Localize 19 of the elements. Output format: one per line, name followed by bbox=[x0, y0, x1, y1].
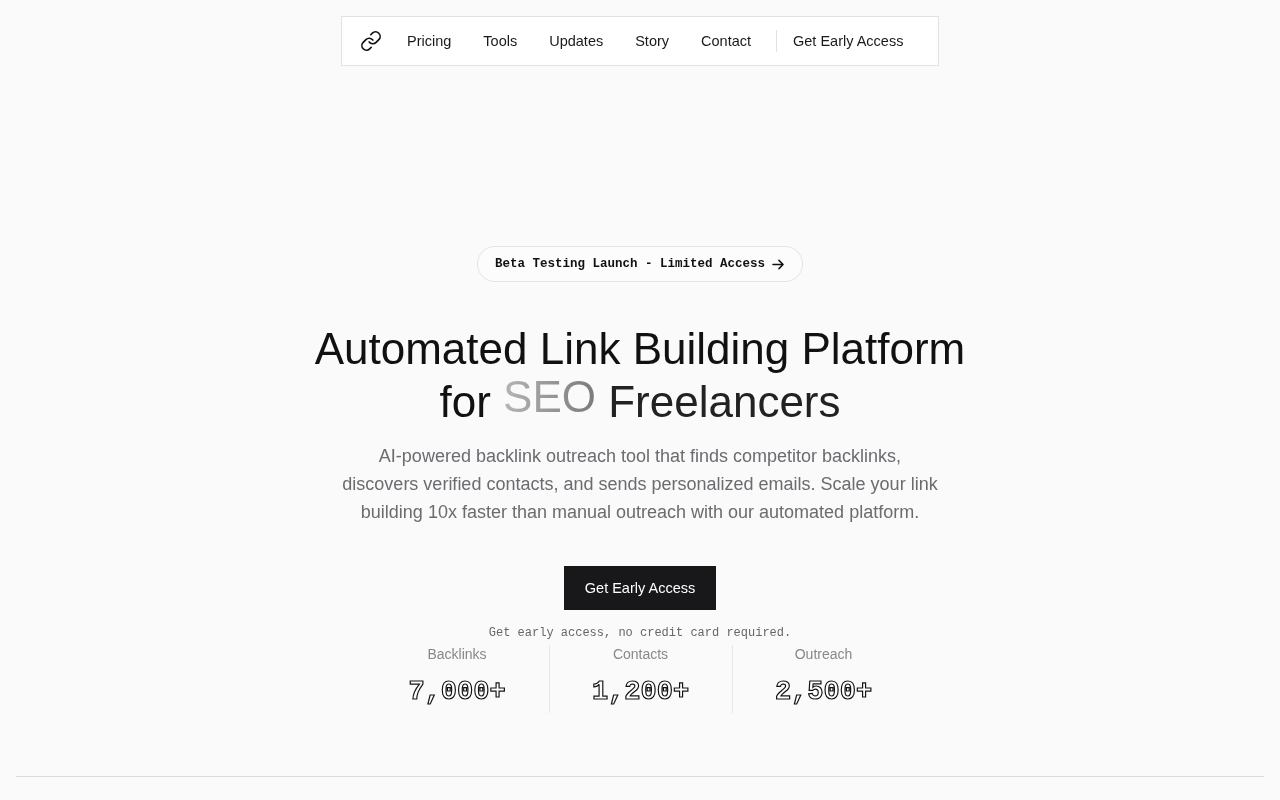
nav-link[interactable]: Story bbox=[635, 33, 670, 49]
stat-label: Outreach bbox=[794, 645, 853, 663]
stat-value: 1,200+ bbox=[591, 677, 690, 707]
stat-value: 7,000+ bbox=[408, 677, 506, 707]
nav-link[interactable]: Updates bbox=[549, 33, 604, 49]
access-note: Get early access, no credit card required. bbox=[488, 626, 792, 641]
arrow-right-icon bbox=[772, 258, 785, 270]
stat-label: Contacts bbox=[612, 645, 669, 663]
chain-link-icon[interactable] bbox=[360, 30, 382, 52]
hero-description: AI-powered backlink outreach tool that finds competitor backlinks, discovers verified contacts, and sends personalized emails. Scale your link building 10x faster than manual outreach with our automated platform. bbox=[341, 445, 939, 524]
nav-link[interactable]: Tools bbox=[483, 33, 518, 49]
stat-value: 2,500+ bbox=[774, 677, 873, 707]
nav-link[interactable]: Contact bbox=[701, 33, 752, 49]
nav-link[interactable]: Pricing bbox=[407, 33, 452, 49]
announcement-badge[interactable]: Beta Testing Launch - Limited Access bbox=[476, 246, 803, 282]
stat-label: Backlinks bbox=[427, 645, 487, 663]
get-early-access-button[interactable]: Get Early Access bbox=[564, 566, 716, 610]
hero-heading: Automated Link Building Platform for SEO Freelancers bbox=[313, 323, 967, 428]
nav-link[interactable]: Get Early Access bbox=[793, 33, 904, 49]
